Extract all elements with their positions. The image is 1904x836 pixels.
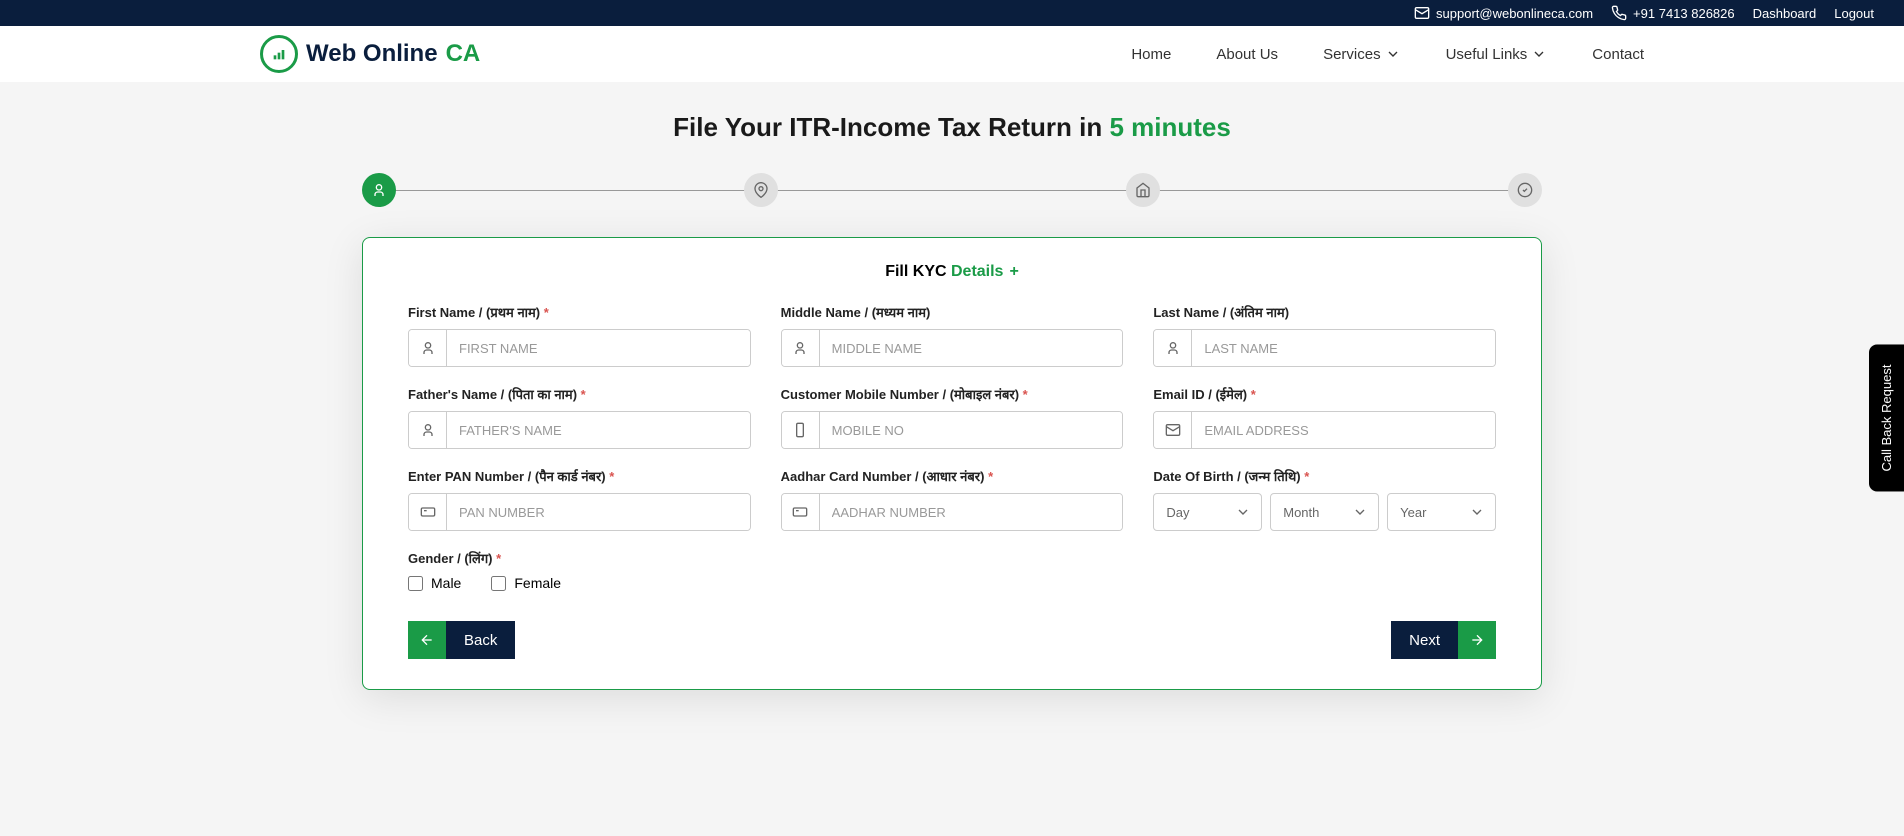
- form-title: Fill KYC Details+: [408, 263, 1496, 281]
- main-nav: Home About Us Services Useful Links Cont…: [1131, 46, 1644, 63]
- last-name-input[interactable]: [1192, 330, 1495, 366]
- user-icon: [409, 412, 447, 448]
- plus-icon: +: [1009, 263, 1018, 280]
- last-name-label: Last Name / (अंतिम नाम): [1153, 303, 1496, 321]
- mail-icon: [1414, 5, 1430, 21]
- gender-female[interactable]: Female: [491, 575, 561, 591]
- dashboard-link[interactable]: Dashboard: [1753, 6, 1817, 21]
- next-button[interactable]: Next: [1391, 621, 1496, 659]
- nav-services-label: Services: [1323, 46, 1381, 63]
- dob-day-value: Day: [1166, 505, 1189, 520]
- card-icon: [409, 494, 447, 530]
- aadhar-label: Aadhar Card Number / (आधार नंबर) *: [781, 467, 1124, 485]
- callback-request-tab[interactable]: Call Back Request: [1869, 345, 1904, 492]
- support-email[interactable]: support@webonlineca.com: [1414, 5, 1593, 21]
- dob-year-select[interactable]: Year: [1387, 493, 1496, 531]
- mobile-input[interactable]: [820, 412, 1123, 448]
- chevron-down-icon: [1235, 504, 1251, 520]
- first-name-input[interactable]: [447, 330, 750, 366]
- arrow-left-icon: [408, 621, 446, 659]
- logo-icon: [260, 35, 298, 73]
- step-3-home: [1126, 173, 1160, 207]
- gender-male-label: Male: [431, 575, 461, 591]
- dob-month-value: Month: [1283, 505, 1319, 520]
- step-2-location: [744, 173, 778, 207]
- father-name-label: Father's Name / (पिता का नाम) *: [408, 385, 751, 403]
- card-icon: [782, 494, 820, 530]
- topbar: support@webonlineca.com +91 7413 826826 …: [0, 0, 1904, 26]
- chevron-down-icon: [1352, 504, 1368, 520]
- phone-icon: [782, 412, 820, 448]
- nav-services[interactable]: Services: [1323, 46, 1401, 63]
- gender-male-checkbox[interactable]: [408, 576, 423, 591]
- logo-text: Web Online: [306, 40, 438, 68]
- pan-input[interactable]: [447, 494, 750, 530]
- middle-name-label: Middle Name / (मध्यम नाम): [781, 303, 1124, 321]
- pan-label: Enter PAN Number / (पैन कार्ड नंबर) *: [408, 467, 751, 485]
- step-indicator: [362, 173, 1542, 207]
- nav-links[interactable]: Useful Links: [1446, 46, 1548, 63]
- father-name-input[interactable]: [447, 412, 750, 448]
- chevron-down-icon: [1385, 46, 1401, 62]
- nav-home[interactable]: Home: [1131, 46, 1171, 63]
- user-icon: [782, 330, 820, 366]
- middle-name-input[interactable]: [820, 330, 1123, 366]
- next-button-label: Next: [1391, 621, 1458, 659]
- back-button[interactable]: Back: [408, 621, 515, 659]
- dob-day-select[interactable]: Day: [1153, 493, 1262, 531]
- logo-ca: CA: [446, 40, 481, 68]
- email-label: Email ID / (ईमेल) *: [1153, 385, 1496, 403]
- nav-links-label: Useful Links: [1446, 46, 1528, 63]
- mobile-label: Customer Mobile Number / (मोबाइल नंबर) *: [781, 385, 1124, 403]
- chevron-down-icon: [1531, 46, 1547, 62]
- user-icon: [1154, 330, 1192, 366]
- arrow-right-icon: [1458, 621, 1496, 659]
- back-button-label: Back: [446, 621, 515, 659]
- gender-female-checkbox[interactable]: [491, 576, 506, 591]
- email-input[interactable]: [1192, 412, 1495, 448]
- phone-text: +91 7413 826826: [1633, 6, 1735, 21]
- dob-month-select[interactable]: Month: [1270, 493, 1379, 531]
- mail-icon: [1154, 412, 1192, 448]
- header: Web Online CA Home About Us Services Use…: [0, 26, 1904, 82]
- phone-icon: [1611, 5, 1627, 21]
- step-1-personal: [362, 173, 396, 207]
- chevron-down-icon: [1469, 504, 1485, 520]
- page-title: File Your ITR-Income Tax Return in 5 min…: [322, 112, 1582, 143]
- gender-label: Gender / (लिंग) *: [408, 549, 767, 567]
- step-4-confirm: [1508, 173, 1542, 207]
- aadhar-input[interactable]: [820, 494, 1123, 530]
- logo[interactable]: Web Online CA: [260, 35, 480, 73]
- dob-label: Date Of Birth / (जन्म तिथि) *: [1153, 467, 1496, 485]
- support-phone[interactable]: +91 7413 826826: [1611, 5, 1735, 21]
- logout-link[interactable]: Logout: [1834, 6, 1874, 21]
- nav-contact[interactable]: Contact: [1592, 46, 1644, 63]
- nav-about[interactable]: About Us: [1216, 46, 1278, 63]
- dob-year-value: Year: [1400, 505, 1426, 520]
- email-text: support@webonlineca.com: [1436, 6, 1593, 21]
- user-icon: [409, 330, 447, 366]
- kyc-form: Fill KYC Details+ First Name / (प्रथम ना…: [362, 237, 1542, 690]
- first-name-label: First Name / (प्रथम नाम) *: [408, 303, 751, 321]
- gender-male[interactable]: Male: [408, 575, 461, 591]
- gender-female-label: Female: [514, 575, 561, 591]
